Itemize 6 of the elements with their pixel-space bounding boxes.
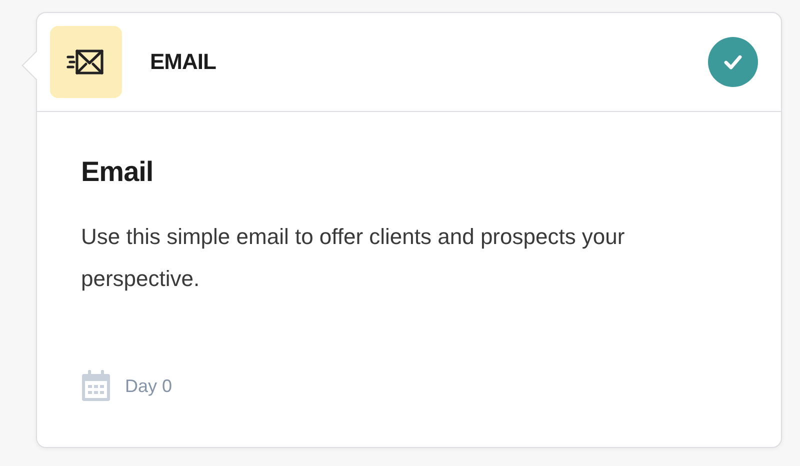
step-title: Email [81, 156, 154, 188]
schedule-day: Day 0 [125, 376, 172, 396]
step-description: Use this simple email to offer clients and prospects your perspective. [81, 223, 626, 293]
calendar-icon [81, 370, 111, 402]
step-type-label: EMAIL [150, 49, 217, 75]
envelope-icon [66, 47, 106, 77]
